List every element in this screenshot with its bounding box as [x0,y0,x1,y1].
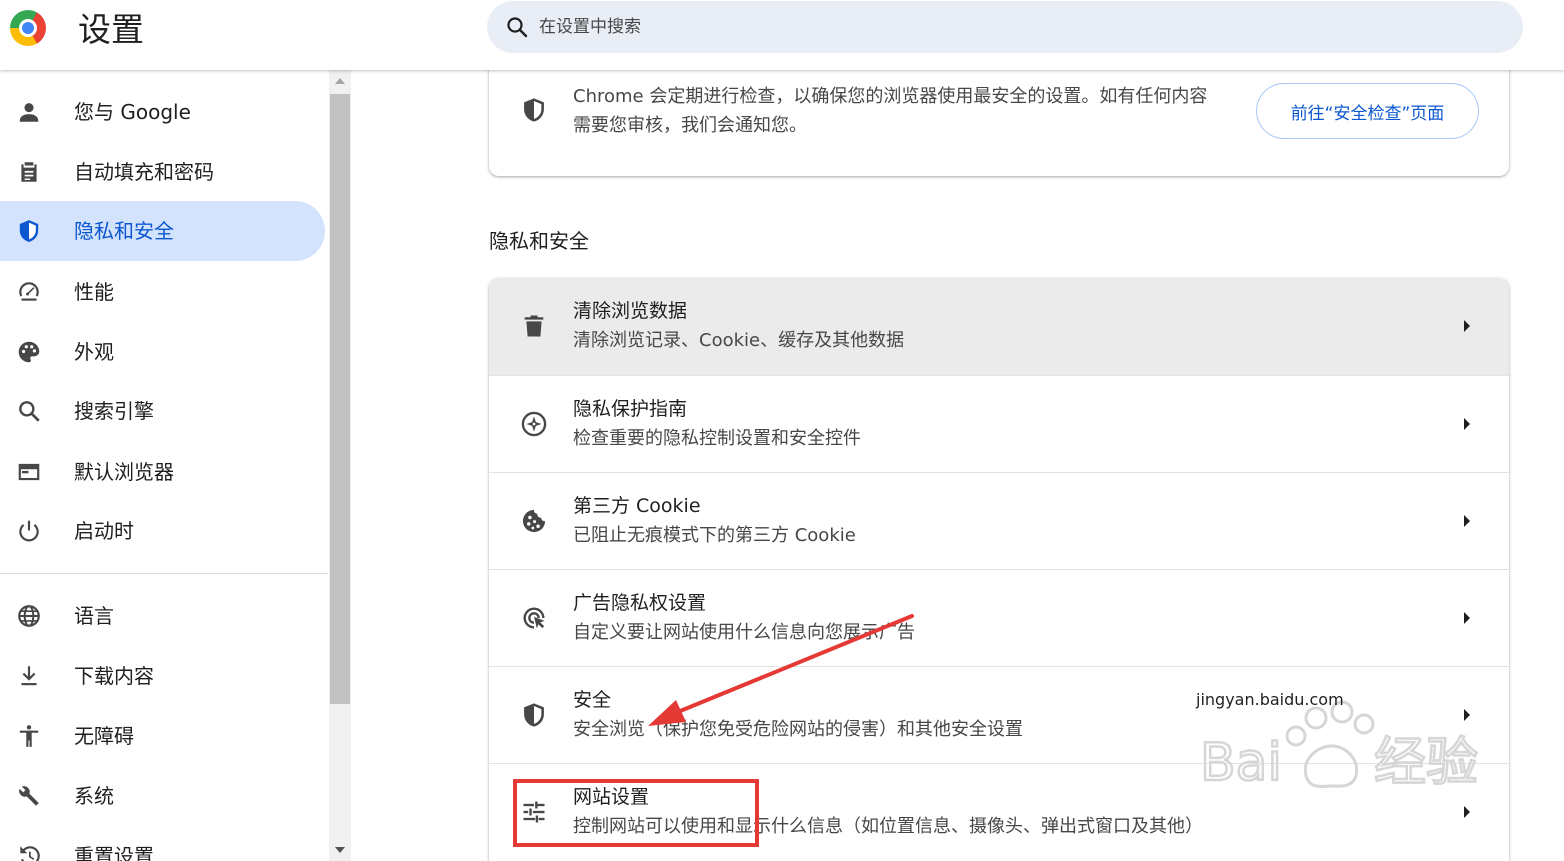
sidebar: 您与 Google 自动填充和密码 隐私和安全 性能 外观 搜索引擎 默认浏览器… [0,70,330,861]
privacy-settings-list: 清除浏览数据 清除浏览记录、Cookie、缓存及其他数据 隐私保护指南 检查重要… [489,278,1509,861]
trash-icon [524,315,544,337]
row-title: 安全 [573,689,612,711]
sidebar-item-reset[interactable]: 重置设置 [0,826,325,861]
sidebar-scrollbar[interactable] [329,70,351,861]
power-icon [19,520,39,542]
sidebar-item-search-engine[interactable]: 搜索引擎 [0,381,325,441]
sidebar-item-default-browser[interactable]: 默认浏览器 [0,442,325,502]
row-title: 广告隐私权设置 [573,592,707,614]
security-shield-icon [524,703,544,727]
row-subtitle: 控制网站可以使用和显示什么信息（如位置信息、摄像头、弹出式窗口及其他） [573,816,1203,837]
globe-icon [18,605,40,627]
sidebar-item-label: 搜索引擎 [74,399,154,423]
sidebar-item-label: 自动填充和密码 [74,160,214,184]
download-icon [21,666,37,686]
chevron-right-icon [1464,612,1470,624]
row-subtitle: 自定义要让网站使用什么信息向您展示广告 [573,622,915,643]
safety-check-description: Chrome 会定期进行检查，以确保您的浏览器使用最安全的设置。如有任何内容需要… [573,86,1208,136]
person-icon [19,103,39,122]
header: 设置 [0,0,1564,70]
search-icon [507,17,528,38]
row-title: 第三方 Cookie [573,495,701,517]
sidebar-item-label: 系统 [74,784,114,808]
row-subtitle: 已阻止无痕模式下的第三方 Cookie [573,525,856,546]
sidebar-item-appearance[interactable]: 外观 [0,322,325,382]
ad-privacy-icon [523,607,545,629]
clipboard-icon [21,162,37,182]
sidebar-item-accessibility[interactable]: 无障碍 [0,706,325,766]
sidebar-item-label: 无障碍 [74,724,134,748]
sidebar-item-label: 语言 [74,604,114,628]
row-subtitle: 清除浏览记录、Cookie、缓存及其他数据 [573,330,905,351]
row-title: 网站设置 [573,786,650,808]
chevron-right-icon [1464,320,1470,332]
row-security[interactable]: 安全 安全浏览（保护您免受危险网站的侵害）和其他安全设置 [489,666,1509,763]
sidebar-item-label: 外观 [74,340,114,364]
shield-icon [19,220,39,242]
sidebar-item-downloads[interactable]: 下载内容 [0,646,325,706]
sidebar-item-languages[interactable]: 语言 [0,586,325,646]
chevron-right-icon [1464,515,1470,527]
row-title: 清除浏览数据 [573,300,688,322]
page-title: 设置 [78,10,144,49]
browser-icon [18,463,40,481]
chevron-right-icon [1464,806,1470,818]
compass-icon [521,411,547,437]
row-title: 隐私保护指南 [573,398,688,420]
chevron-right-icon [1464,709,1470,721]
search-input[interactable] [537,11,1497,43]
sidebar-item-you-and-google[interactable]: 您与 Google [0,82,325,142]
sidebar-item-privacy[interactable]: 隐私和安全 [0,201,325,261]
palette-icon [18,341,40,363]
sidebar-item-performance[interactable]: 性能 [0,262,325,322]
row-ad-privacy[interactable]: 广告隐私权设置 自定义要让网站使用什么信息向您展示广告 [489,569,1509,666]
row-third-party-cookies[interactable]: 第三方 Cookie 已阻止无痕模式下的第三方 Cookie [489,472,1509,569]
search-bar[interactable] [487,1,1523,53]
sidebar-item-label: 您与 Google [74,100,191,124]
search-icon [19,401,40,422]
row-subtitle: 检查重要的隐私控制设置和安全控件 [573,428,861,449]
sidebar-item-label: 隐私和安全 [74,219,174,243]
sidebar-divider [0,573,328,574]
scrollbar-thumb[interactable] [330,94,350,704]
cookie-icon [522,509,546,533]
speedometer-icon [19,282,39,301]
sidebar-item-label: 默认浏览器 [74,460,174,484]
row-subtitle: 安全浏览（保护您免受危险网站的侵害）和其他安全设置 [573,719,1023,740]
sidebar-item-label: 重置设置 [74,844,154,861]
safety-check-card: Chrome 会定期进行检查，以确保您的浏览器使用最安全的设置。如有任何内容需要… [489,60,1509,176]
row-site-settings[interactable]: 网站设置 控制网站可以使用和显示什么信息（如位置信息、摄像头、弹出式窗口及其他） [489,763,1509,860]
go-to-safety-check-button[interactable]: 前往“安全检查”页面 [1256,83,1479,139]
sidebar-item-system[interactable]: 系统 [0,766,325,826]
row-clear-browsing-data[interactable]: 清除浏览数据 清除浏览记录、Cookie、缓存及其他数据 [489,278,1509,375]
scroll-up-arrow-icon[interactable] [335,78,345,84]
sidebar-item-on-startup[interactable]: 启动时 [0,501,325,561]
section-title: 隐私和安全 [489,229,589,253]
sidebar-item-label: 启动时 [74,519,134,543]
sidebar-item-label: 下载内容 [74,664,154,688]
chevron-right-icon [1464,418,1470,430]
tune-icon [523,801,545,823]
reset-icon [20,846,40,861]
sidebar-item-label: 性能 [74,280,114,304]
scroll-down-arrow-icon[interactable] [335,847,345,853]
sidebar-item-autofill[interactable]: 自动填充和密码 [0,142,325,202]
accessibility-icon [19,725,39,747]
row-privacy-guide[interactable]: 隐私保护指南 检查重要的隐私控制设置和安全控件 [489,375,1509,472]
shield-icon [524,98,544,122]
wrench-icon [19,786,39,806]
chrome-logo-icon [10,10,46,46]
